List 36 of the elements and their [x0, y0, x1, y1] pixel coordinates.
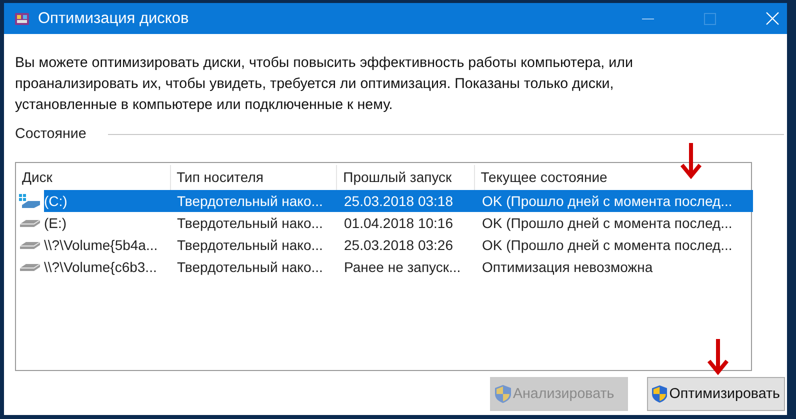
system-drive-icon [19, 194, 41, 208]
table-cell-text: (E:) [44, 214, 68, 233]
table-cell-text: 01.04.2018 10:16 [343, 214, 454, 233]
table-cell-text: OK (Прошло дней с момента послед... [481, 214, 734, 233]
action-button[interactable]: Оптимизировать [647, 377, 785, 411]
table-cell-text: Ранее не запуск... [343, 258, 462, 277]
column-header[interactable]: Текущее состояние [474, 165, 751, 190]
table-cell-text: Твердотельный нако... [176, 214, 324, 233]
down-arrow-icon [707, 339, 729, 375]
table-cell-text: OK (Прошло дней с момента послед... [481, 192, 734, 211]
shield-icon [652, 385, 668, 403]
table-cell-text: (C:) [44, 192, 68, 211]
window-title: Оптимизация дисков [38, 10, 189, 28]
shield-icon [495, 385, 511, 403]
description-text: Вы можете оптимизировать диски, чтобы повысить эффективность работы компьютера, или проанализировать их, чтобы увидеть, требуется ли оптимизация. Показаны только диски, установленные в компьютере или подключенные к нему. [15, 54, 634, 115]
table-cell-text: OK (Прошло дней с момента послед... [481, 236, 734, 255]
disk-app-icon [14, 10, 30, 26]
table-cell-text: Оптимизация невозможна [481, 258, 654, 277]
table-cell-text: 25.03.2018 03:26 [343, 236, 454, 255]
table-cell-text: Твердотельный нако... [176, 236, 324, 255]
table-cell-text: \\?\Volume{5b4a... [44, 236, 159, 255]
drive-icon [19, 241, 41, 249]
maximize-icon[interactable] [704, 12, 716, 24]
close-icon[interactable] [766, 12, 779, 25]
drive-row[interactable]: \\?\Volume{c6b3... Твердотельный нако... Ранее не запуск... Оптимизация невозможна [44, 256, 753, 278]
table-cell-text: Твердотельный нако... [176, 192, 324, 211]
section-label: Состояние [15, 126, 86, 142]
table-cell-text: 25.03.2018 03:18 [343, 192, 454, 211]
down-arrow-icon [680, 143, 702, 179]
drive-row[interactable]: (E:) Твердотельный нако... 01.04.2018 10:16 OK (Прошло дней с момента послед... [44, 212, 753, 234]
table-cell-text: \\?\Volume{c6b3... [44, 258, 158, 277]
drive-icon [19, 219, 41, 227]
drive-row[interactable]: \\?\Volume{5b4a... Твердотельный нако... 25.03.2018 03:26 OK (Прошло дней с момента послед... [44, 234, 753, 256]
drive-row[interactable]: (C:) Твердотельный нако... 25.03.2018 03:18 OK (Прошло дней с момента послед... [44, 190, 753, 212]
drive-icon [19, 263, 41, 271]
table-cell-text: Твердотельный нако... [176, 258, 324, 277]
